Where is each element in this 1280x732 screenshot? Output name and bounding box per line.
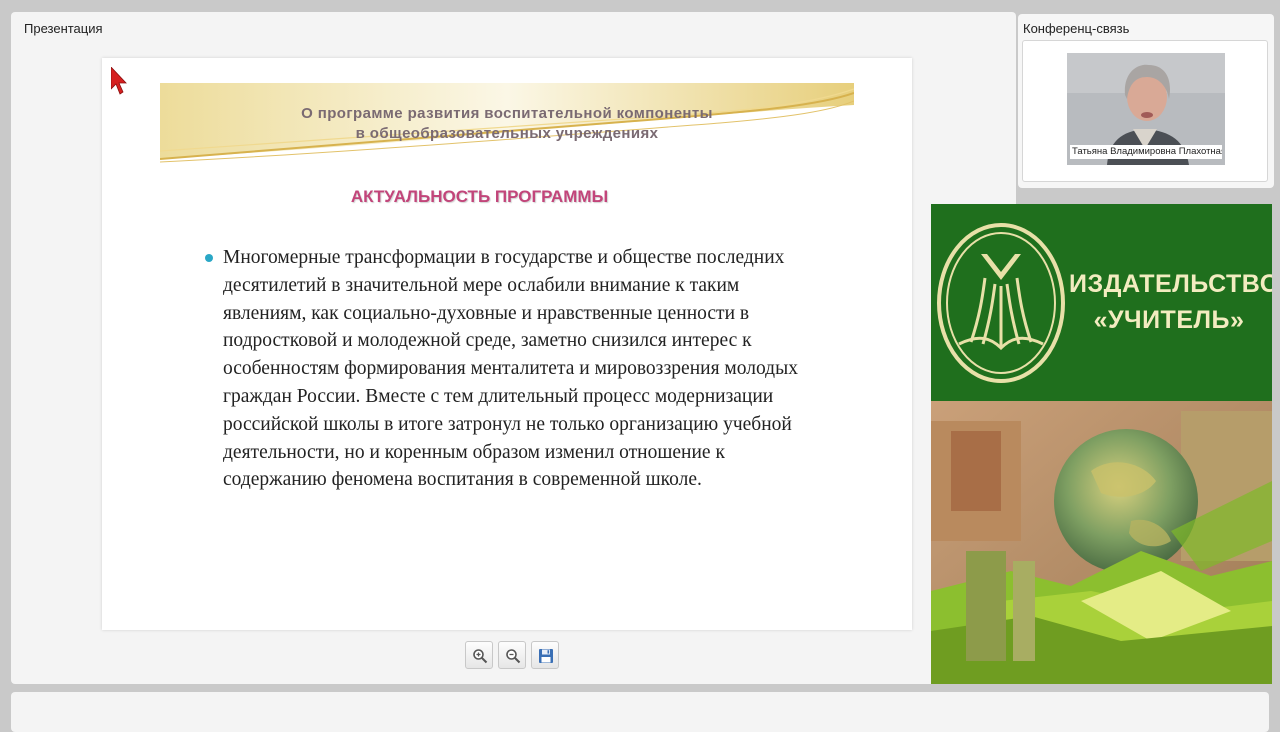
mouse-pointer-icon bbox=[111, 67, 127, 95]
slide-body-text: Многомерные трансформации в государстве … bbox=[223, 247, 798, 491]
publisher-name-line2: «УЧИТЕЛЬ» bbox=[1093, 306, 1245, 334]
bottom-panel bbox=[11, 692, 1269, 732]
save-icon bbox=[539, 649, 553, 663]
banner-line-2: в общеобразовательных учреждениях bbox=[355, 125, 659, 142]
conference-panel: Конференц-связь Татьяна Владимировна Пла… bbox=[1018, 14, 1274, 188]
presentation-panel-title: Презентация bbox=[24, 21, 103, 36]
participant-name-label: Татьяна Владимировна Плахотная bbox=[1070, 145, 1222, 159]
save-button[interactable] bbox=[531, 641, 559, 669]
publisher-logo-icon bbox=[937, 223, 1065, 383]
publisher-name-line1: ИЗДАТЕЛЬСТВО bbox=[1069, 270, 1272, 298]
zoom-out-button[interactable] bbox=[498, 641, 526, 669]
slide-heading: АКТУАЛЬНОСТЬ ПРОГРАММЫ bbox=[350, 187, 609, 206]
slide: О программе развития воспитательной комп… bbox=[102, 58, 912, 630]
zoom-out-icon bbox=[506, 649, 521, 664]
video-frame: Татьяна Владимировна Плахотная bbox=[1022, 40, 1268, 182]
bullet-dot-icon bbox=[205, 254, 213, 262]
participant-video[interactable]: Татьяна Владимировна Плахотная bbox=[1067, 53, 1225, 165]
slide-banner-text: О программе развития воспитательной комп… bbox=[160, 104, 854, 144]
zoom-in-icon bbox=[473, 649, 488, 664]
publisher-name: ИЗДАТЕЛЬСТВО «УЧИТЕЛЬ» bbox=[1069, 266, 1272, 338]
conference-panel-title: Конференц-связь bbox=[1023, 21, 1130, 36]
presentation-panel: Презентация О программе развития воспита… bbox=[11, 12, 1016, 684]
zoom-in-button[interactable] bbox=[465, 641, 493, 669]
books-globe-image bbox=[931, 401, 1272, 684]
publisher-banner: ИЗДАТЕЛЬСТВО «УЧИТЕЛЬ» bbox=[931, 204, 1272, 684]
banner-line-1: О программе развития воспитательной комп… bbox=[301, 105, 713, 122]
publisher-banner-top: ИЗДАТЕЛЬСТВО «УЧИТЕЛЬ» bbox=[931, 204, 1272, 401]
